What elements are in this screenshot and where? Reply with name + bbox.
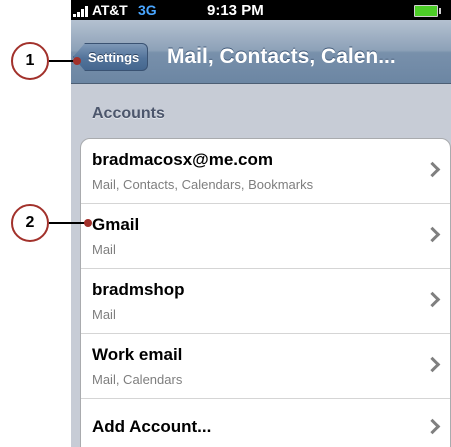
- battery-icon: [414, 5, 441, 17]
- account-row-bradmshop[interactable]: bradmshop Mail: [81, 268, 450, 333]
- signal-strength-icon: [73, 5, 89, 17]
- status-time: 9:13 PM: [207, 2, 264, 19]
- account-row-work-email[interactable]: Work email Mail, Calendars: [81, 333, 450, 398]
- account-title: Work email: [92, 345, 183, 364]
- callout-leader-line-2: [49, 222, 87, 224]
- accounts-list: bradmacosx@me.com Mail, Contacts, Calend…: [80, 138, 451, 447]
- add-account-label: Add Account...: [92, 417, 212, 436]
- callout-dot-2: [84, 219, 92, 227]
- screenshot-stage: AT&T 3G 9:13 PM Settings Mail, Contacts,…: [0, 0, 451, 447]
- network-type: 3G: [138, 2, 157, 18]
- chevron-right-icon: [424, 291, 441, 308]
- account-services: Mail: [92, 242, 116, 257]
- account-row-gmail[interactable]: Gmail Mail: [81, 203, 450, 268]
- callout-badge-2: 2: [11, 204, 49, 242]
- account-services: Mail: [92, 307, 116, 322]
- accounts-section-heading: Accounts: [92, 105, 165, 122]
- phone-screen: AT&T 3G 9:13 PM Settings Mail, Contacts,…: [71, 0, 451, 447]
- callout-badge-1: 1: [11, 42, 49, 80]
- settings-back-button[interactable]: Settings: [73, 43, 149, 71]
- callout-dot-1: [73, 57, 81, 65]
- navigation-bar: Settings Mail, Contacts, Calen...: [71, 20, 451, 84]
- account-row-bradmacosx[interactable]: bradmacosx@me.com Mail, Contacts, Calend…: [81, 139, 450, 203]
- chevron-right-icon: [424, 356, 441, 373]
- add-account-button[interactable]: Add Account...: [81, 398, 450, 447]
- account-services: Mail, Contacts, Calendars, Bookmarks: [92, 177, 314, 192]
- account-services: Mail, Calendars: [92, 372, 183, 387]
- page-title: Mail, Contacts, Calen...: [167, 45, 396, 68]
- account-title: bradmshop: [92, 280, 185, 299]
- account-title: Gmail: [92, 215, 140, 234]
- chevron-right-icon: [424, 161, 441, 178]
- status-bar: AT&T 3G 9:13 PM: [71, 0, 451, 20]
- account-title: bradmacosx@me.com: [92, 150, 273, 169]
- chevron-right-icon: [424, 226, 441, 243]
- carrier-name: AT&T: [92, 2, 128, 18]
- chevron-right-icon: [424, 418, 441, 435]
